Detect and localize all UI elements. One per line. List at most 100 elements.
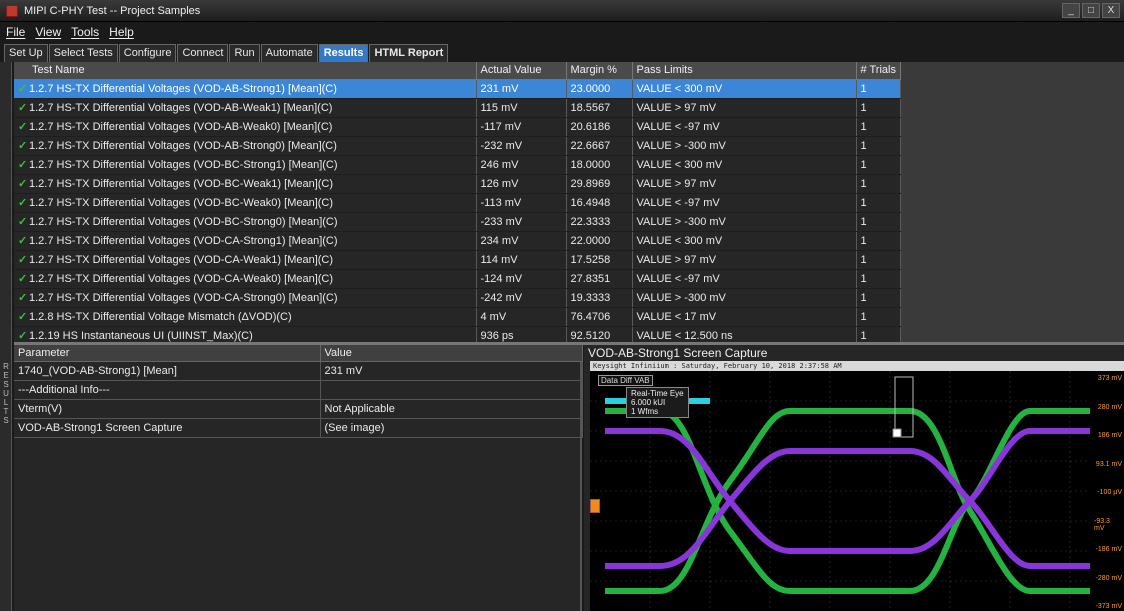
table-row[interactable]: ✓ 1.2.7 HS-TX Differential Voltages (VOD-… bbox=[14, 288, 1106, 308]
cell-value: Not Applicable bbox=[320, 399, 583, 419]
window-controls: _ □ X bbox=[1062, 3, 1120, 18]
cell-trials: 1 bbox=[856, 136, 901, 156]
cell-actual-value: 115 mV bbox=[476, 98, 567, 118]
results-side-rail[interactable]: RESULTS bbox=[0, 62, 12, 611]
cell-test-name: ✓ 1.2.8 HS-TX Differential Voltage Mismat… bbox=[14, 307, 477, 327]
cell-test-name: ✓ 1.2.7 HS-TX Differential Voltages (VOD-… bbox=[14, 174, 477, 194]
tab-configure[interactable]: Configure bbox=[118, 44, 177, 62]
table-row[interactable]: ✓ 1.2.7 HS-TX Differential Voltages (VOD-… bbox=[14, 117, 1106, 137]
menu-file[interactable]: File bbox=[6, 25, 25, 39]
table-row[interactable]: ✓ 1.2.7 HS-TX Differential Voltages (VOD-… bbox=[14, 193, 1106, 213]
tab-set-up[interactable]: Set Up bbox=[4, 44, 48, 62]
param-row[interactable]: 1740_(VOD-AB-Strong1) [Mean] 231 mV bbox=[14, 361, 583, 381]
meas-line: 6.000 kUI bbox=[631, 398, 666, 407]
cell-actual-value: 126 mV bbox=[476, 174, 567, 194]
y-axis-ticks: 373 mV 280 mV 186 mV 93.1 mV -100 µV -93.3 mV… bbox=[1094, 371, 1124, 611]
col-header-parameter[interactable]: Parameter bbox=[14, 345, 321, 362]
tab-connect[interactable]: Connect bbox=[177, 44, 229, 62]
col-header-pass-limits[interactable]: Pass Limits bbox=[632, 62, 857, 80]
menu-tools[interactable]: Tools bbox=[71, 25, 99, 39]
tab-automate[interactable]: Automate bbox=[260, 44, 318, 62]
scope-header: Keysight Infiniium : Saturday, February … bbox=[590, 361, 1124, 371]
table-row[interactable]: ✓ 1.2.8 HS-TX Differential Voltage Mismat… bbox=[14, 307, 1106, 327]
y-tick-label: -186 mV bbox=[1095, 546, 1122, 553]
measurement-tag: Data Diff VAB bbox=[598, 375, 653, 386]
cell-margin: 18.0000 bbox=[566, 155, 633, 175]
app-icon bbox=[6, 4, 18, 17]
cell-margin: 76.4706 bbox=[566, 307, 633, 327]
cell-actual-value: -117 mV bbox=[476, 117, 567, 137]
col-header-margin[interactable]: Margin % bbox=[566, 62, 633, 80]
test-name-text: 1.2.7 HS-TX Differential Voltages (VOD-C… bbox=[29, 235, 338, 247]
cell-test-name: ✓ 1.2.7 HS-TX Differential Voltages (VOD-… bbox=[14, 288, 477, 308]
cell-margin: 92.5120 bbox=[566, 326, 633, 342]
cell-pass-limits: VALUE < 17 mV bbox=[632, 307, 857, 327]
test-name-text: 1.2.7 HS-TX Differential Voltages (VOD-B… bbox=[29, 159, 338, 171]
cell-blank bbox=[900, 307, 1106, 326]
tab-select-tests[interactable]: Select Tests bbox=[48, 44, 118, 62]
results-pane: Test Name Actual Value Margin % Pass Lim… bbox=[14, 62, 1124, 342]
y-tick-label: -280 mV bbox=[1095, 574, 1122, 582]
table-row[interactable]: ✓ 1.2.7 HS-TX Differential Voltages (VOD-… bbox=[14, 174, 1106, 194]
cell-test-name: ✓ 1.2.19 HS Instantaneous UI (UIINST_Max)… bbox=[14, 326, 477, 342]
cell-blank bbox=[900, 136, 1106, 155]
table-row[interactable]: ✓ 1.2.7 HS-TX Differential Voltages (VOD-… bbox=[14, 79, 1106, 99]
side-rail-letter: U bbox=[3, 389, 9, 398]
col-header-actual-value[interactable]: Actual Value bbox=[476, 62, 567, 80]
maximize-icon[interactable]: □ bbox=[1082, 3, 1100, 18]
cell-actual-value: -242 mV bbox=[476, 288, 567, 308]
screen-capture-pane: VOD-AB-Strong1 Screen Capture Keysight I… bbox=[584, 345, 1124, 611]
cell-blank bbox=[900, 155, 1106, 174]
test-name-text: 1.2.7 HS-TX Differential Voltages (VOD-C… bbox=[29, 292, 338, 304]
parameter-pane: Parameter Value 1740_(VOD-AB-Strong1) [M… bbox=[14, 345, 583, 611]
tab-run[interactable]: Run bbox=[229, 44, 260, 62]
table-row[interactable]: ✓ 1.2.7 HS-TX Differential Voltages (VOD-… bbox=[14, 136, 1106, 156]
cell-test-name: ✓ 1.2.7 HS-TX Differential Voltages (VOD-… bbox=[14, 136, 477, 156]
cell-parameter: ---Additional Info--- bbox=[14, 380, 321, 400]
table-row[interactable]: ✓ 1.2.7 HS-TX Differential Voltages (VOD-… bbox=[14, 98, 1106, 118]
minimize-icon[interactable]: _ bbox=[1062, 3, 1080, 18]
parameter-table: Parameter Value 1740_(VOD-AB-Strong1) [M… bbox=[14, 345, 583, 438]
tab-bar: Set Up Select Tests Configure Connect Ru… bbox=[0, 44, 1124, 62]
menu-help[interactable]: Help bbox=[109, 25, 134, 39]
param-row[interactable]: Vterm(V) Not Applicable bbox=[14, 399, 583, 419]
test-name-text: 1.2.19 HS Instantaneous UI (UIINST_Max)(… bbox=[29, 330, 253, 342]
cell-margin: 23.0000 bbox=[566, 79, 633, 99]
pass-check-icon: ✓ bbox=[18, 121, 28, 133]
table-row[interactable]: ✓ 1.2.7 HS-TX Differential Voltages (VOD-… bbox=[14, 155, 1106, 175]
table-row[interactable]: ✓ 1.2.7 HS-TX Differential Voltages (VOD-… bbox=[14, 269, 1106, 289]
cell-pass-limits: VALUE > 97 mV bbox=[632, 174, 857, 194]
table-row[interactable]: ✓ 1.2.7 HS-TX Differential Voltages (VOD-… bbox=[14, 212, 1106, 232]
col-header-test-name[interactable]: Test Name bbox=[14, 62, 477, 80]
menu-view[interactable]: View bbox=[35, 25, 61, 39]
cell-pass-limits: VALUE > 97 mV bbox=[632, 250, 857, 270]
cell-actual-value: 114 mV bbox=[476, 250, 567, 270]
table-row[interactable]: ✓ 1.2.19 HS Instantaneous UI (UIINST_Max)… bbox=[14, 326, 1106, 342]
cell-trials: 1 bbox=[856, 98, 901, 118]
param-row[interactable]: ---Additional Info--- bbox=[14, 380, 583, 400]
pass-check-icon: ✓ bbox=[18, 292, 28, 304]
table-row[interactable]: ✓ 1.2.7 HS-TX Differential Voltages (VOD-… bbox=[14, 250, 1106, 270]
tab-results[interactable]: Results bbox=[318, 44, 369, 62]
cell-test-name: ✓ 1.2.7 HS-TX Differential Voltages (VOD-… bbox=[14, 193, 477, 213]
table-row[interactable]: ✓ 1.2.7 HS-TX Differential Voltages (VOD-… bbox=[14, 231, 1106, 251]
cell-actual-value: -233 mV bbox=[476, 212, 567, 232]
cell-trials: 1 bbox=[856, 307, 901, 327]
col-header-trials[interactable]: # Trials bbox=[856, 62, 901, 80]
pass-check-icon: ✓ bbox=[18, 197, 28, 209]
cell-blank bbox=[900, 231, 1106, 250]
pass-check-icon: ✓ bbox=[18, 102, 28, 114]
param-row[interactable]: VOD-AB-Strong1 Screen Capture (See image) bbox=[14, 418, 583, 438]
tab-html-report[interactable]: HTML Report bbox=[369, 44, 449, 62]
cell-value: (See image) bbox=[320, 418, 583, 438]
cell-test-name: ✓ 1.2.7 HS-TX Differential Voltages (VOD-… bbox=[14, 155, 477, 175]
cell-trials: 1 bbox=[856, 212, 901, 232]
cell-blank bbox=[900, 117, 1106, 136]
side-rail-letter: S bbox=[3, 380, 9, 389]
col-header-value[interactable]: Value bbox=[320, 345, 583, 362]
side-rail-label: RESULTS bbox=[1, 362, 11, 425]
cell-actual-value: 234 mV bbox=[476, 231, 567, 251]
cell-trials: 1 bbox=[856, 117, 901, 137]
close-icon[interactable]: X bbox=[1102, 3, 1120, 18]
side-rail-letter: E bbox=[3, 371, 9, 380]
